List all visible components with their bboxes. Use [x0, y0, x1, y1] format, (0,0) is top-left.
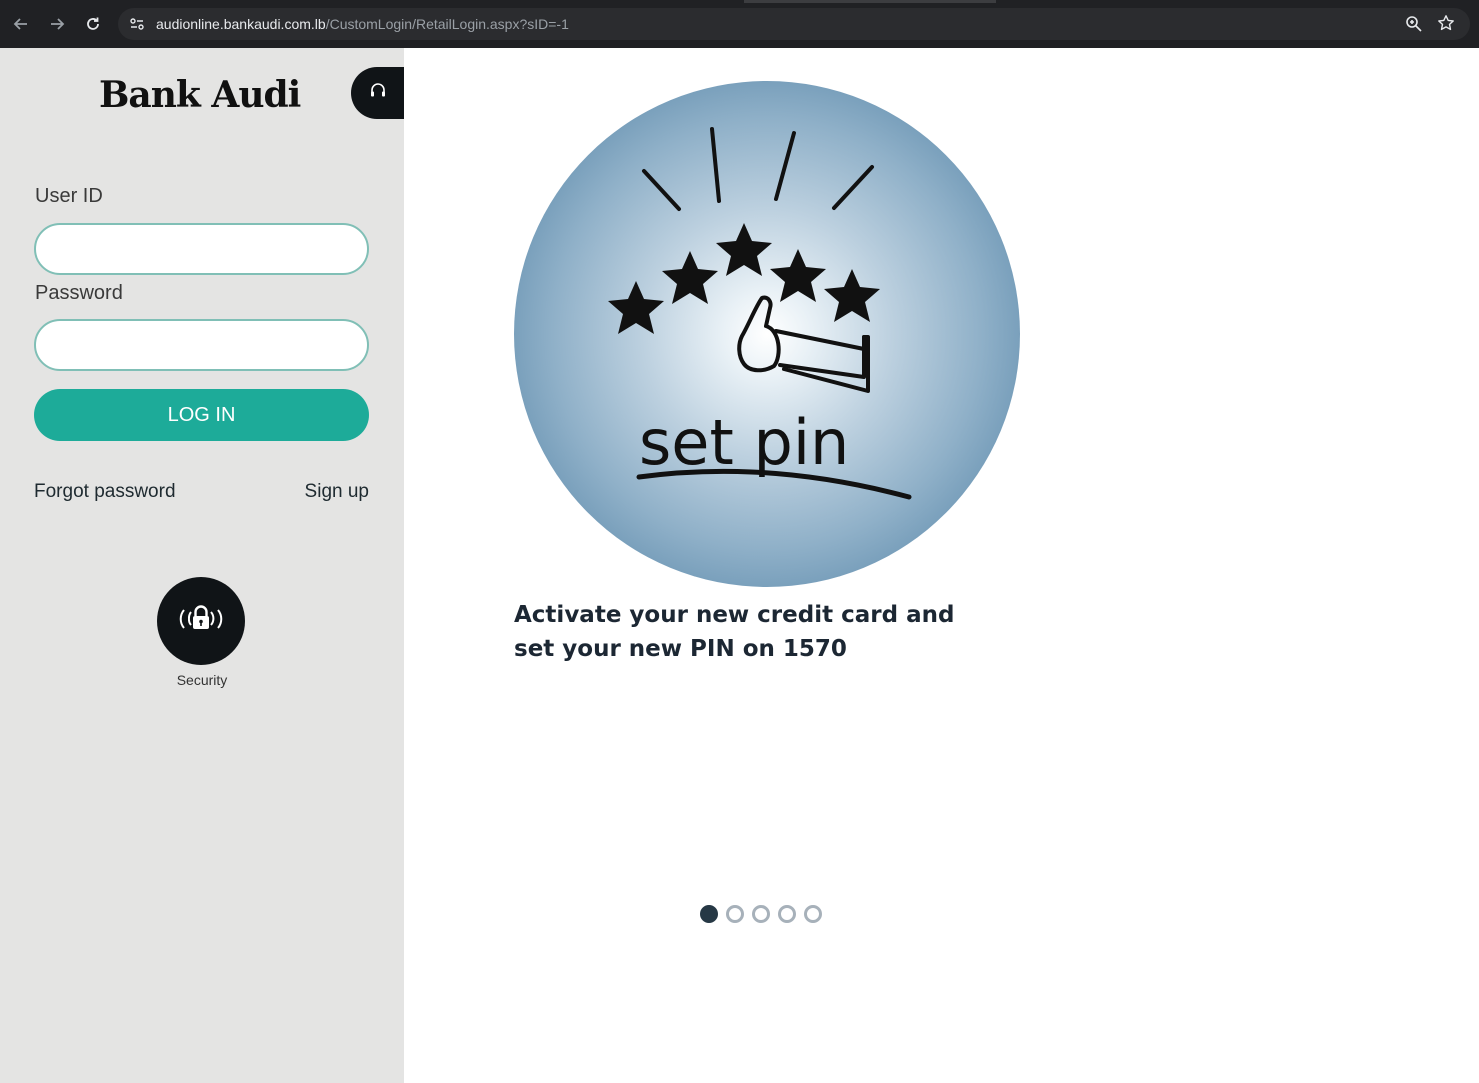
user-id-label: User ID [35, 185, 103, 207]
carousel-dot-5[interactable] [804, 905, 822, 923]
help-button[interactable] [351, 67, 404, 119]
headset-icon [368, 81, 388, 105]
url-path: /CustomLogin/RetailLogin.aspx?sID=-1 [325, 16, 569, 32]
login-panel: Bank Audi User ID Password LOG IN Forgot… [0, 48, 404, 1083]
lock-signal-icon [174, 599, 228, 643]
reload-icon[interactable] [81, 12, 105, 36]
carousel-dot-1[interactable] [700, 905, 718, 923]
sign-up-link[interactable]: Sign up [305, 481, 369, 503]
promo-caption: Activate your new credit card and set yo… [514, 602, 955, 662]
promo-image[interactable]: set pin [514, 81, 1020, 587]
bank-logo[interactable]: Bank Audi [99, 75, 301, 115]
user-id-input[interactable] [34, 223, 369, 275]
carousel-dot-2[interactable] [726, 905, 744, 923]
carousel-dot-3[interactable] [752, 905, 770, 923]
bookmark-star-icon[interactable] [1436, 14, 1456, 34]
url-host: audionline.bankaudi.com.lb [156, 16, 326, 32]
login-button[interactable]: LOG IN [34, 389, 369, 441]
set-pin-text: set pin [639, 406, 849, 479]
site-info-icon[interactable] [128, 15, 146, 33]
forward-arrow-icon[interactable] [45, 12, 69, 36]
security-button[interactable] [157, 577, 245, 665]
address-bar[interactable]: audionline.bankaudi.com.lb/CustomLogin/R… [118, 8, 1470, 40]
carousel-pagination [700, 905, 822, 923]
zoom-icon[interactable] [1405, 15, 1423, 33]
back-arrow-icon[interactable] [9, 12, 33, 36]
carousel-dot-4[interactable] [778, 905, 796, 923]
forgot-password-link[interactable]: Forgot password [34, 481, 176, 503]
password-input[interactable] [34, 319, 369, 371]
url-text: audionline.bankaudi.com.lb/CustomLogin/R… [156, 15, 569, 33]
set-pin-illustration: set pin [608, 127, 912, 500]
browser-toolbar: audionline.bankaudi.com.lb/CustomLogin/R… [0, 0, 1479, 48]
password-label: Password [35, 282, 123, 304]
security-label: Security [176, 672, 228, 688]
tab-strip-accent [744, 0, 996, 3]
